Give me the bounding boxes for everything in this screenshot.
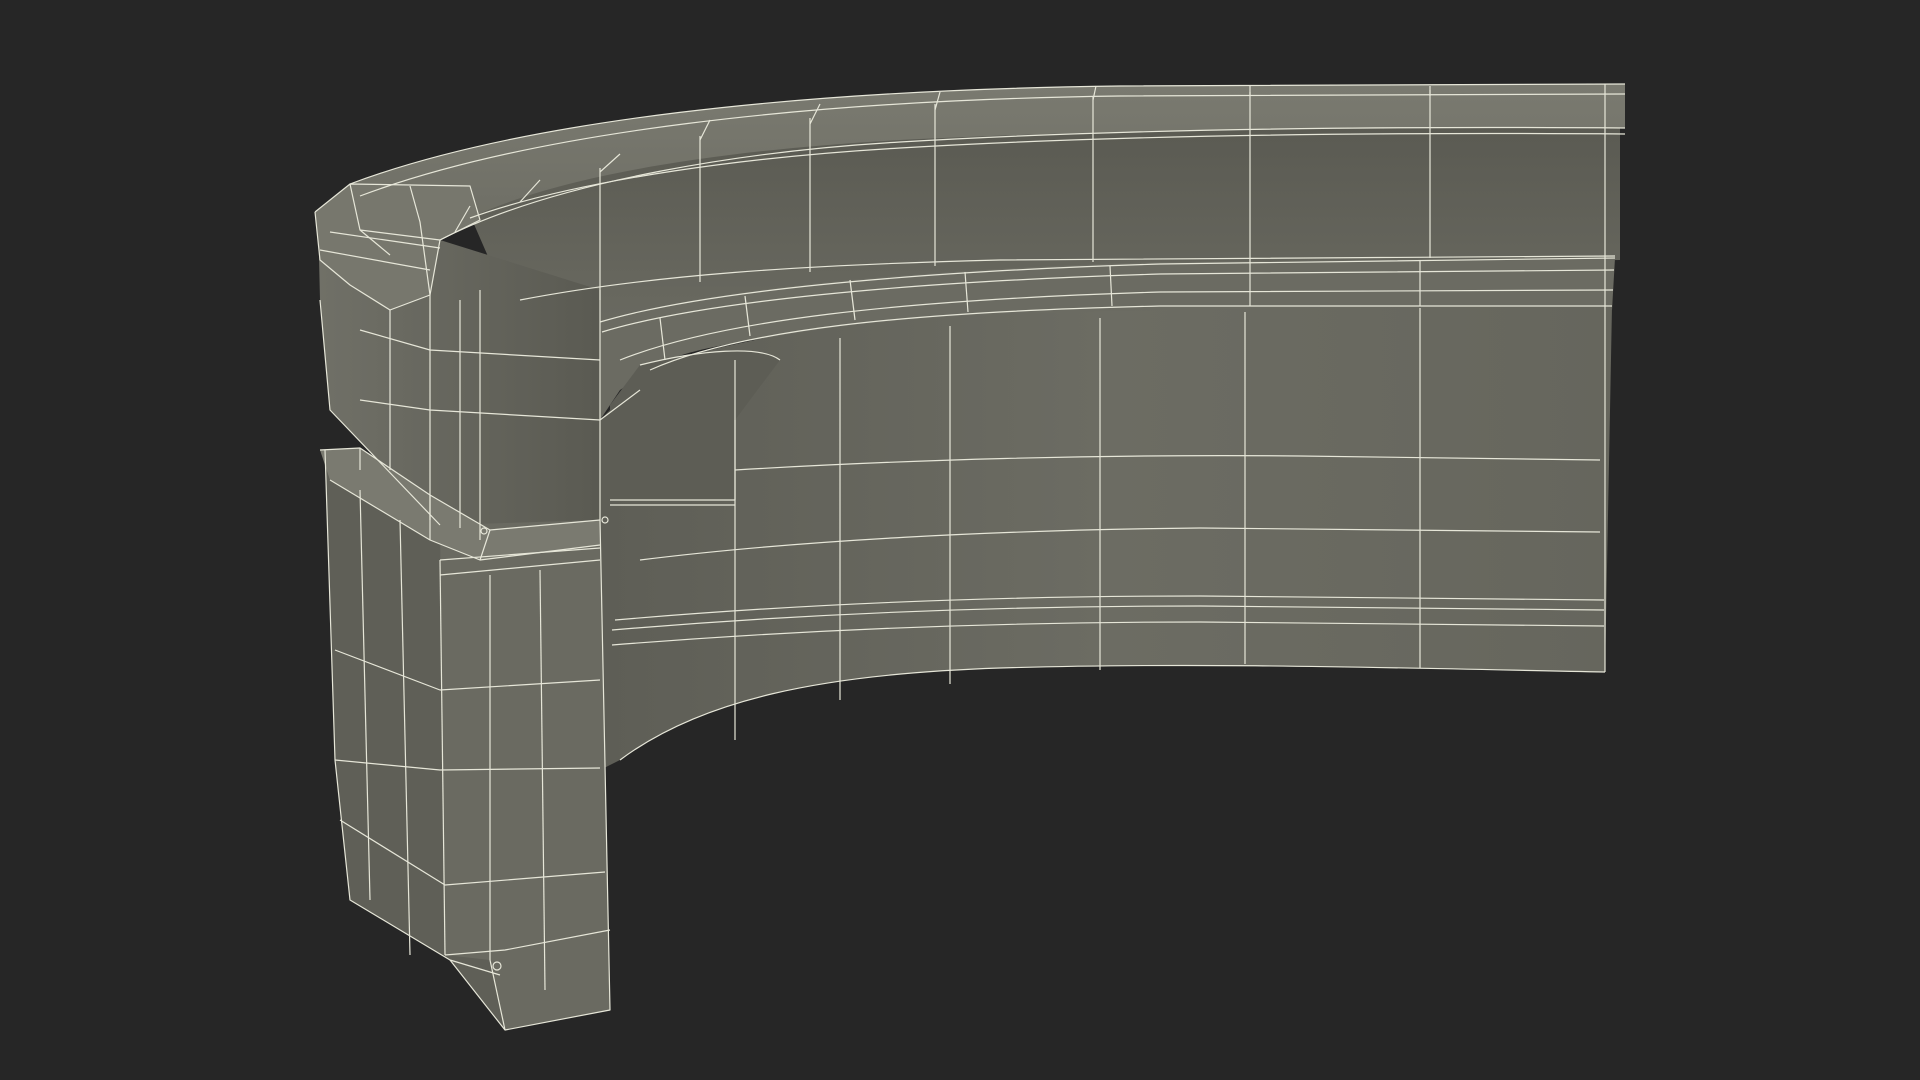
reception-desk-wireframe-model xyxy=(314,83,1626,1031)
3d-viewport[interactable] xyxy=(0,0,1920,1080)
